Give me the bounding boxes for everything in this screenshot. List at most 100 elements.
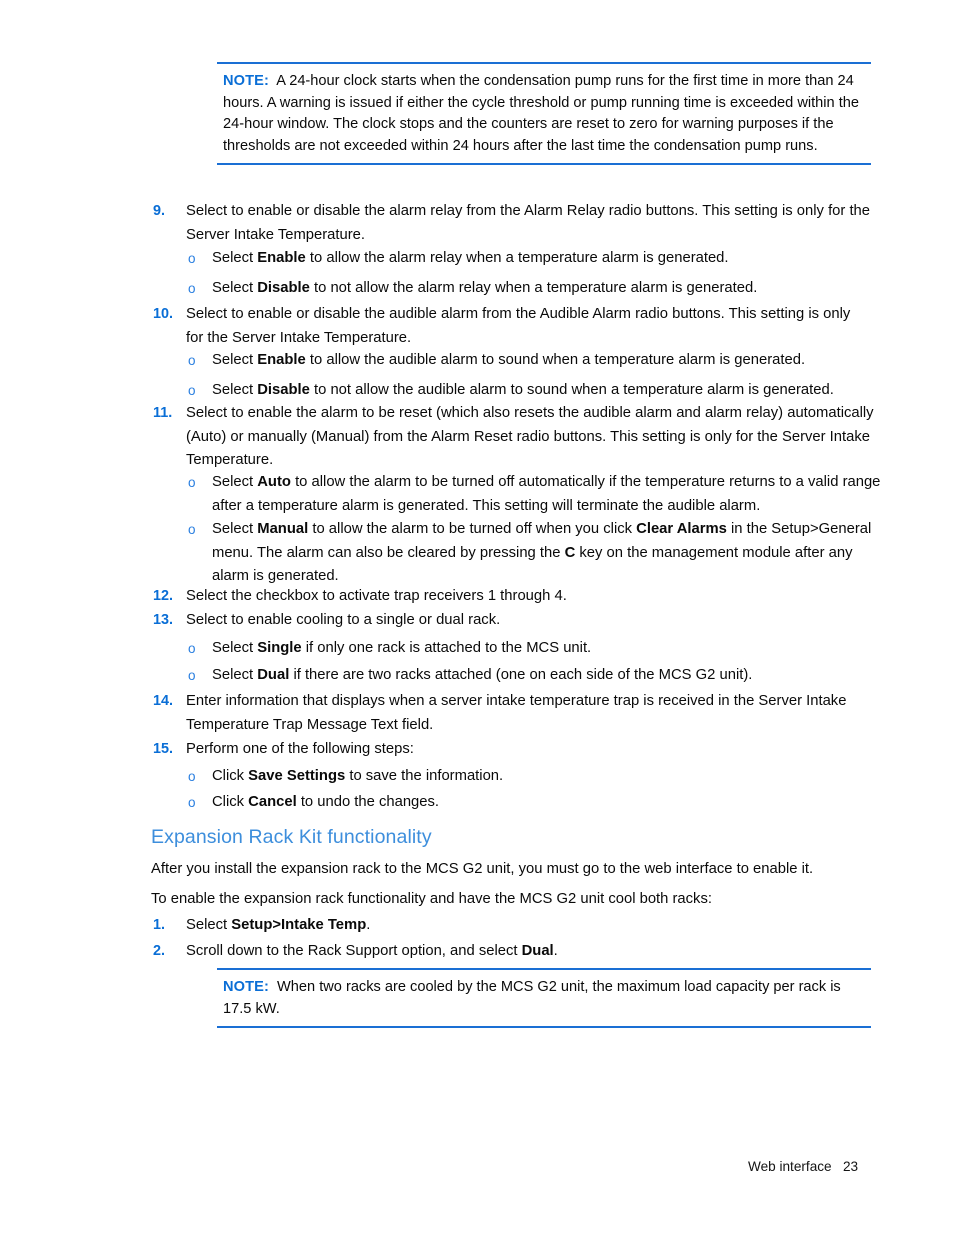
sub-text-post: to undo the changes. — [296, 794, 440, 810]
document-page: NOTE: A 24-hour clock starts when the co… — [0, 0, 954, 1235]
sub-text-pre: Select — [212, 667, 258, 683]
section-step-item-1: 1. Select Setup>Intake Temp. — [153, 914, 853, 938]
step-number-13: 13. — [153, 612, 174, 628]
sub-text-post: to not allow the alarm relay when a temp… — [309, 280, 758, 296]
sub-text-bold: Auto — [257, 474, 291, 490]
sub-text-11a: Select Auto to allow the alarm to be tur… — [212, 471, 888, 518]
step-number-9: 9. — [153, 203, 166, 219]
sub-text-pre: Select — [212, 352, 258, 368]
sub-bullet-icon: o — [188, 522, 196, 537]
sub-text-bold: Single — [257, 640, 302, 656]
note-callout-2: NOTE: When two racks are cooled by the M… — [217, 968, 871, 1028]
step-item-12: 12. Select the checkbox to activate trap… — [153, 585, 853, 609]
step-text-12: Select the checkbox to activate trap rec… — [186, 588, 567, 604]
sub-item-11a: o Select Auto to allow the alarm to be t… — [188, 471, 888, 518]
step-text-9: Select to enable or disable the alarm re… — [186, 203, 871, 243]
sub-text-10b: Select Disable to not allow the audible … — [212, 379, 898, 403]
step-text-bold: Dual — [521, 943, 554, 959]
sub-text-13b: Select Dual if there are two racks attac… — [212, 664, 888, 688]
step-text-10: Select to enable or disable the audible … — [186, 306, 851, 346]
sub-text-p2: to allow the alarm to be turned off when… — [308, 521, 637, 537]
sub-text-pre: Select — [212, 474, 258, 490]
step-item-10: 10. Select to enable or disable the audi… — [153, 303, 853, 350]
sub-text-pre: Select — [212, 382, 258, 398]
sub-item-10b: o Select Disable to not allow the audibl… — [188, 379, 898, 403]
sub-text-pre: Select — [212, 640, 258, 656]
sub-text-b3: C — [564, 544, 576, 561]
note-label: NOTE: — [223, 979, 269, 995]
sub-text-bold: Dual — [257, 667, 290, 683]
section-heading-expansion-rack-kit: Expansion Rack Kit functionality — [151, 826, 432, 848]
sub-bullet-icon: o — [188, 795, 196, 810]
sub-text-10a: Select Enable to allow the audible alarm… — [212, 349, 888, 373]
sub-text-bold: Disable — [257, 382, 310, 398]
step-number-12: 12. — [153, 588, 174, 604]
sub-text-9b: Select Disable to not allow the alarm re… — [212, 277, 878, 301]
sub-item-9b: o Select Disable to not allow the alarm … — [188, 277, 878, 301]
sub-text-pre: Select — [212, 280, 258, 296]
sub-item-15a: o Click Save Settings to save the inform… — [188, 765, 888, 789]
sub-text-9a: Select Enable to allow the alarm relay w… — [212, 247, 878, 271]
step-text-post: . — [366, 917, 371, 933]
sub-text-bold: Disable — [257, 280, 310, 296]
step-text-11: Select to enable the alarm to be reset (… — [186, 405, 874, 469]
section-paragraph-1: After you install the expansion rack to … — [151, 861, 814, 877]
step-text-pre: Select — [186, 917, 232, 933]
step-item-15: 15. Perform one of the following steps: — [153, 738, 853, 762]
sub-text-post: if only one rack is attached to the MCS … — [301, 640, 592, 656]
step-item-9: 9. Select to enable or disable the alarm… — [153, 200, 873, 247]
sub-bullet-icon: o — [188, 641, 196, 656]
sub-text-11b: Select Manual to allow the alarm to be t… — [212, 518, 888, 589]
sub-bullet-icon: o — [188, 475, 196, 490]
sub-text-bold: Enable — [257, 250, 306, 266]
step-text-13: Select to enable cooling to a single or … — [186, 612, 501, 628]
step-text-pre: Scroll down to the Rack Support option, … — [186, 943, 522, 959]
step-text-bold: Setup>Intake Temp — [231, 917, 367, 933]
step-item-11: 11. Select to enable the alarm to be res… — [153, 402, 875, 473]
sub-text-b1: Manual — [257, 521, 309, 537]
sub-text-post: to allow the audible alarm to sound when… — [305, 352, 806, 368]
section-step-text-2: Scroll down to the Rack Support option, … — [186, 940, 853, 964]
sub-bullet-icon: o — [188, 353, 196, 368]
section-step-number-1: 1. — [153, 917, 166, 933]
step-item-13: 13. Select to enable cooling to a single… — [153, 609, 853, 633]
note-callout-2-text: NOTE: When two racks are cooled by the M… — [217, 977, 871, 1020]
page-footer: Web interface 23 — [748, 1159, 859, 1174]
sub-bullet-icon: o — [188, 281, 196, 296]
sub-item-13a: o Select Single if only one rack is atta… — [188, 637, 888, 661]
sub-text-post: to save the information. — [345, 768, 504, 784]
sub-text-15b: Click Cancel to undo the changes. — [212, 791, 888, 815]
sub-text-post: to allow the alarm to be turned off auto… — [212, 474, 881, 514]
note-callout-1: NOTE: A 24-hour clock starts when the co… — [217, 62, 871, 165]
sub-text-bold: Save Settings — [248, 768, 346, 784]
sub-text-15a: Click Save Settings to save the informat… — [212, 765, 888, 789]
sub-text-bold: Enable — [257, 352, 306, 368]
section-step-number-2: 2. — [153, 943, 166, 959]
sub-bullet-icon: o — [188, 668, 196, 683]
sub-text-b2: Clear Alarms — [636, 521, 727, 537]
step-text-post: . — [553, 943, 558, 959]
sub-text-post: to not allow the audible alarm to sound … — [309, 382, 834, 398]
sub-bullet-icon: o — [188, 383, 196, 398]
sub-bullet-icon: o — [188, 251, 196, 266]
sub-item-15b: o Click Cancel to undo the changes. — [188, 791, 888, 815]
note-callout-1-text: NOTE: A 24-hour clock starts when the co… — [217, 71, 871, 157]
step-number-15: 15. — [153, 741, 174, 757]
section-step-item-2: 2. Scroll down to the Rack Support optio… — [153, 940, 853, 964]
sub-text-pre: Select — [212, 250, 258, 266]
note-body: A 24-hour clock starts when the condensa… — [223, 73, 859, 154]
sub-text-pre: Click — [212, 794, 249, 810]
sub-item-11b: o Select Manual to allow the alarm to be… — [188, 518, 888, 589]
sub-text-13a: Select Single if only one rack is attach… — [212, 637, 888, 661]
section-paragraph-2: To enable the expansion rack functionali… — [151, 891, 712, 907]
sub-text-pre: Click — [212, 768, 249, 784]
sub-item-13b: o Select Dual if there are two racks att… — [188, 664, 888, 688]
note-body: When two racks are cooled by the MCS G2 … — [223, 979, 841, 1017]
step-text-15: Perform one of the following steps: — [186, 741, 414, 757]
note-label: NOTE: — [223, 73, 269, 89]
step-number-11: 11. — [153, 405, 173, 421]
step-number-10: 10. — [153, 306, 174, 322]
step-number-14: 14. — [153, 693, 174, 709]
sub-item-10a: o Select Enable to allow the audible ala… — [188, 349, 888, 373]
sub-text-bold: Cancel — [248, 794, 297, 810]
